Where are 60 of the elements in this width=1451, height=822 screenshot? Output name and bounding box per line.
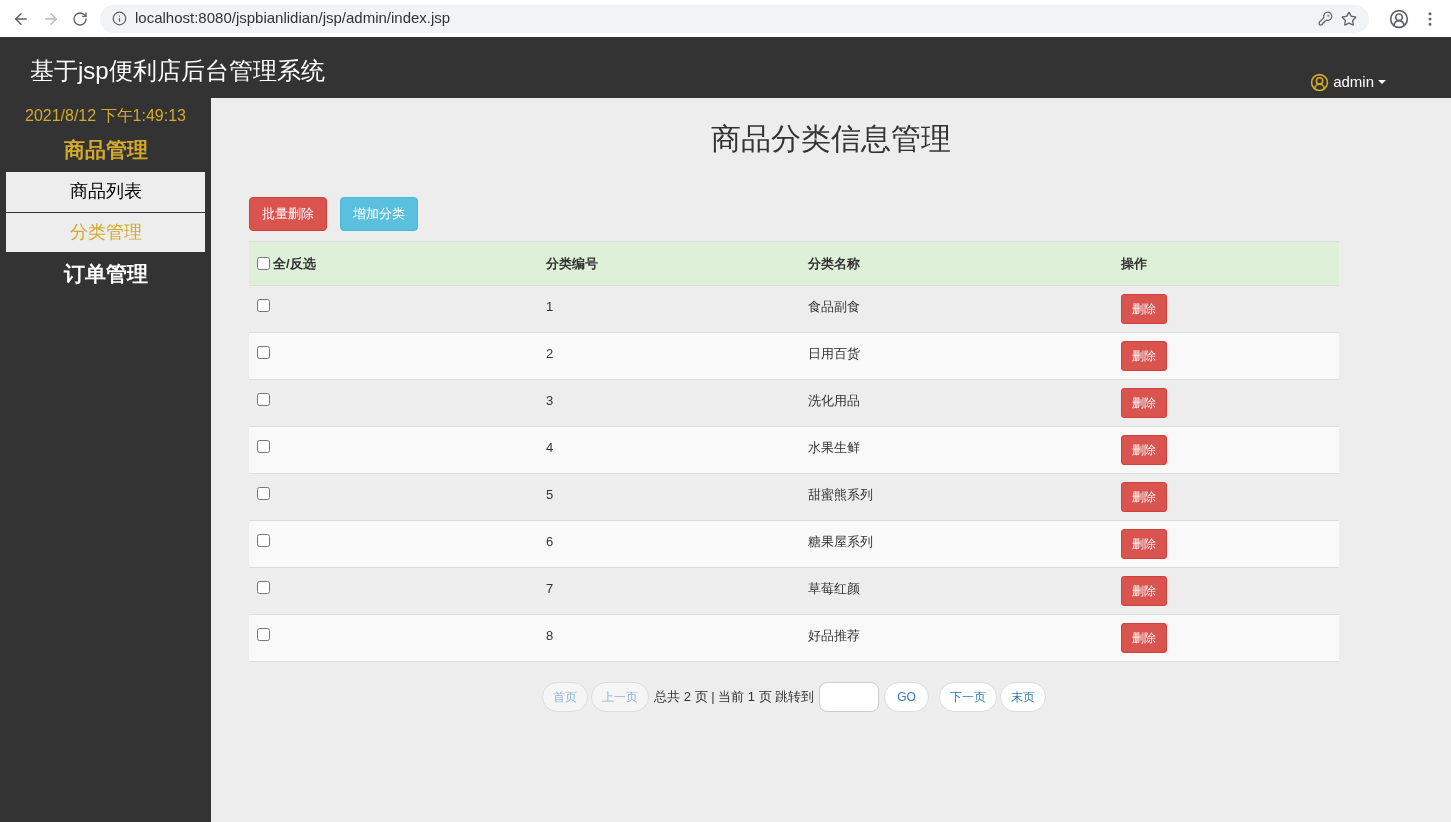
table-cell: 糖果屋系列 [800, 520, 1113, 568]
profile-icon[interactable] [1389, 8, 1409, 29]
table-cell: 食品副食 [800, 285, 1113, 333]
reload-icon[interactable] [72, 10, 88, 27]
row-checkbox[interactable] [257, 487, 270, 500]
table-cell: 4 [538, 426, 800, 474]
row-checkbox[interactable] [257, 581, 270, 594]
delete-button[interactable]: 删除 [1121, 623, 1167, 653]
table-cell: 水果生鲜 [800, 426, 1113, 474]
bookmark-star-icon[interactable] [1341, 10, 1357, 27]
info-icon[interactable] [112, 11, 127, 26]
delete-button[interactable]: 删除 [1121, 341, 1167, 371]
table-cell: 日用百货 [800, 332, 1113, 380]
table-cell: 草莓红颜 [800, 567, 1113, 615]
page-title: 商品分类信息管理 [711, 121, 951, 157]
delete-button[interactable]: 删除 [1121, 388, 1167, 418]
url-text: localhost:8080/jspbianlidian/jsp/admin/index.jsp [135, 8, 451, 29]
delete-button[interactable]: 删除 [1121, 435, 1167, 465]
caret-icon [1378, 80, 1386, 85]
menu-group[interactable]: 订单管理 [0, 251, 211, 295]
row-checkbox[interactable] [257, 346, 270, 359]
date-time: 2021/8/12 下午1:49:13 [24, 106, 187, 126]
table-cell: 7 [538, 567, 800, 615]
menu-group[interactable]: 商品管理 [0, 128, 211, 172]
last-page-button[interactable]: 末页 [999, 682, 1046, 712]
table-cell: 洗化用品 [800, 379, 1113, 427]
delete-button[interactable]: 删除 [1121, 576, 1167, 606]
delete-button[interactable]: 删除 [1121, 529, 1167, 559]
delete-button[interactable]: 删除 [1121, 482, 1167, 512]
row-checkbox[interactable] [257, 534, 270, 547]
address-bar[interactable]: localhost:8080/jspbianlidian/jsp/admin/index.jsp [100, 4, 1369, 33]
row-checkbox[interactable] [257, 628, 270, 641]
table-cell: 1 [538, 285, 800, 333]
row-checkbox[interactable] [257, 299, 270, 312]
table-cell: 5 [538, 473, 800, 521]
toolbar-button[interactable]: 增加分类 [340, 197, 418, 231]
user-menu[interactable]: admin [1310, 71, 1386, 94]
site-title: 基于jsp便利店后台管理系统 [30, 56, 325, 86]
select-all-checkbox[interactable] [257, 257, 270, 270]
toolbar-button[interactable]: 批量删除 [249, 197, 327, 231]
table-cell: 甜蜜熊系列 [800, 473, 1113, 521]
row-checkbox[interactable] [257, 440, 270, 453]
table-cell: 6 [538, 520, 800, 568]
user-icon [1310, 72, 1330, 92]
column-header: 分类名称 [800, 241, 1113, 286]
table-cell: 2 [538, 332, 800, 380]
key-icon[interactable] [1318, 11, 1333, 26]
table-cell: 8 [538, 614, 800, 662]
menu-item[interactable]: 商品列表 [6, 171, 205, 212]
table-cell: 好品推荐 [800, 614, 1113, 662]
delete-button[interactable]: 删除 [1121, 294, 1167, 324]
column-header: 操作 [1113, 241, 1339, 286]
table-cell: 3 [538, 379, 800, 427]
go-button[interactable]: GO [884, 682, 929, 712]
column-header: 分类编号 [538, 241, 800, 286]
select-all-label: 全/反选 [273, 254, 316, 273]
row-checkbox[interactable] [257, 393, 270, 406]
next-page-button[interactable]: 下一页 [938, 682, 997, 712]
page-info: 总共 2 页 | 当前 1 页 跳转到 [654, 688, 815, 707]
page-number-field[interactable] [819, 682, 880, 712]
